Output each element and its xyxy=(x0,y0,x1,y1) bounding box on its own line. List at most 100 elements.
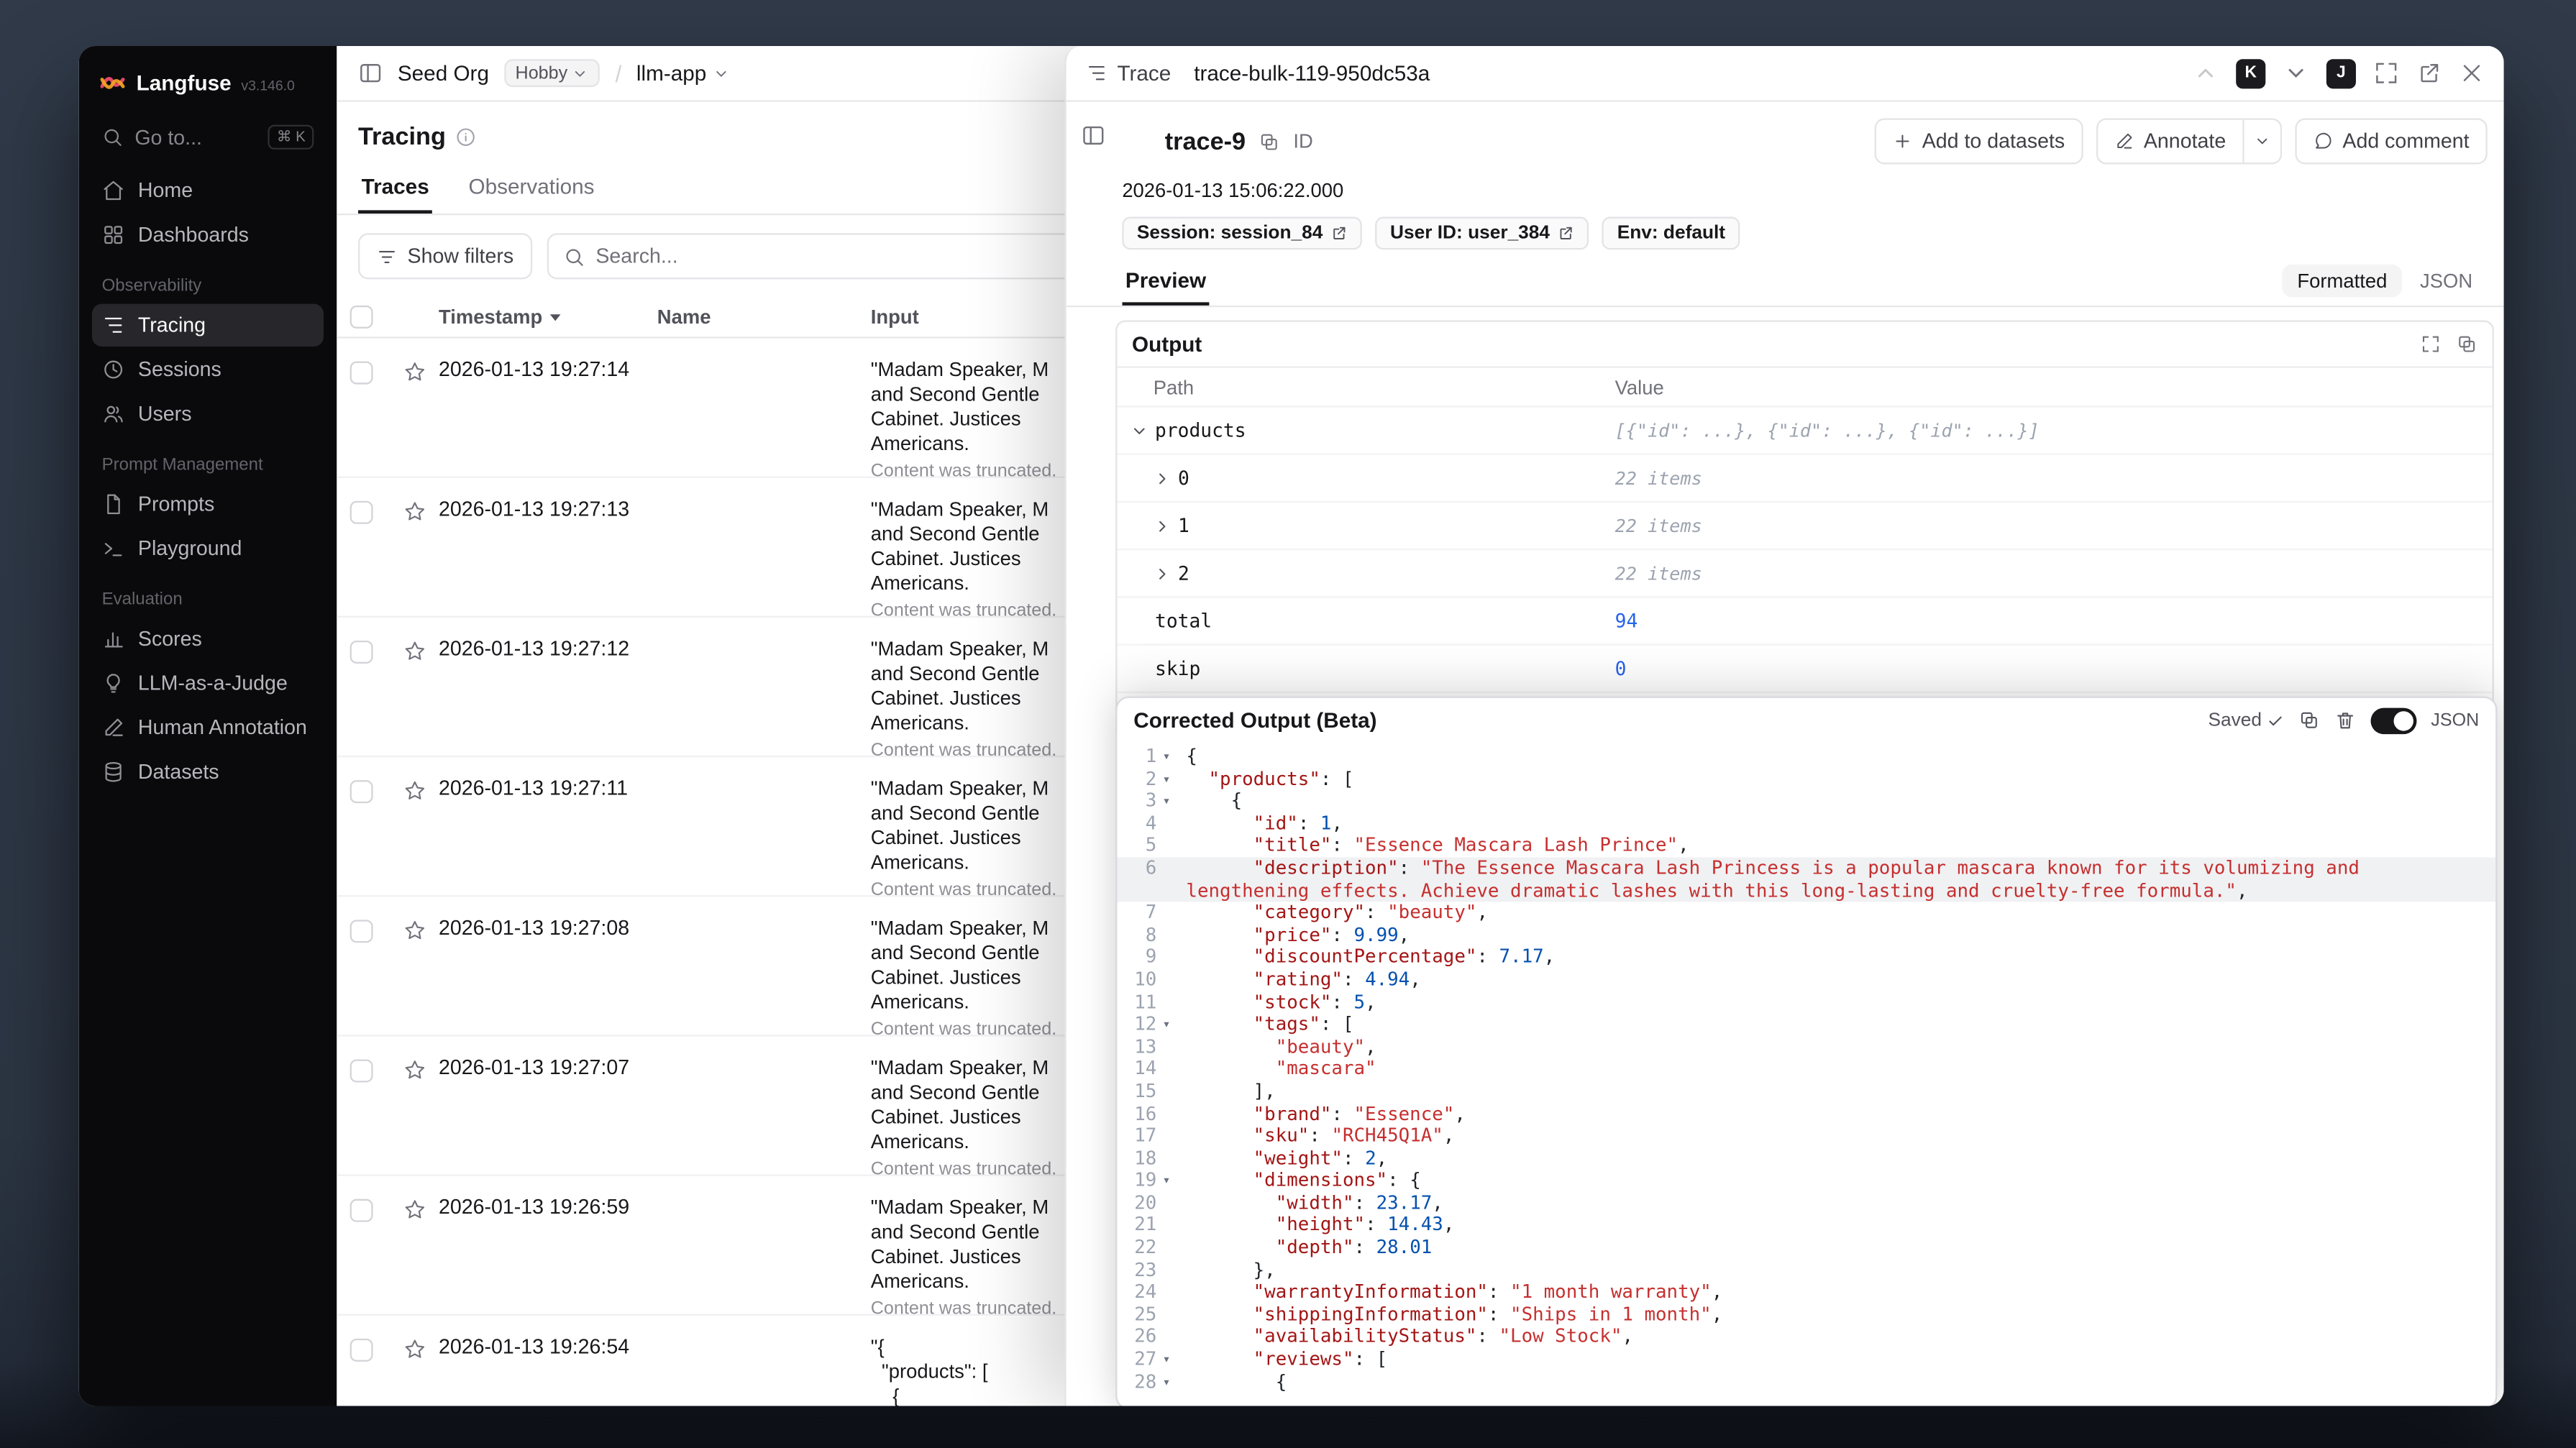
expand-fullscreen-icon[interactable] xyxy=(2374,61,2398,86)
star-icon[interactable] xyxy=(403,359,439,384)
output-row[interactable]: 0 22 items xyxy=(1117,455,2493,503)
chevron-right-icon[interactable] xyxy=(1154,564,1173,582)
expand-view-icon[interactable] xyxy=(2420,334,2442,355)
format-option-json[interactable]: JSON xyxy=(2405,265,2487,298)
copy-id-icon[interactable] xyxy=(1259,131,1280,152)
breadcrumb-org[interactable]: Seed Org xyxy=(398,61,489,86)
sidebar-item-label: Sessions xyxy=(137,358,221,382)
output-row[interactable]: 2 22 items xyxy=(1117,550,2493,598)
fold-chevron-icon[interactable]: ▾ xyxy=(1156,790,1176,812)
annotate-dropdown-button[interactable] xyxy=(2244,118,2282,165)
json-toggle[interactable] xyxy=(2370,707,2416,734)
sidebar-item-prompts[interactable]: Prompts xyxy=(92,483,324,526)
row-checkbox[interactable] xyxy=(350,640,373,664)
show-filters-button[interactable]: Show filters xyxy=(358,233,532,280)
code-text: "category": "beauty", xyxy=(1253,902,1489,924)
line-number: 5 xyxy=(1145,835,1157,857)
row-checkbox[interactable] xyxy=(350,1199,373,1222)
star-icon[interactable] xyxy=(403,499,439,523)
fold-chevron-icon[interactable]: ▾ xyxy=(1156,1371,1176,1393)
output-row[interactable]: 1 22 items xyxy=(1117,503,2493,551)
brand[interactable]: Langfuse v3.146.0 xyxy=(92,63,324,116)
sidebar-item-playground[interactable]: Playground xyxy=(92,527,324,569)
code-line: 1 ▾ { xyxy=(1117,746,2495,768)
fold-chevron-icon[interactable]: ▾ xyxy=(1156,1170,1176,1192)
copy-icon[interactable] xyxy=(2456,334,2477,355)
env-badge: Env: default xyxy=(1602,216,1740,250)
add-comment-button[interactable]: Add comment xyxy=(2295,118,2488,165)
column-timestamp[interactable]: Timestamp xyxy=(439,306,657,329)
copy-icon[interactable] xyxy=(2298,710,2319,731)
command-palette-button[interactable]: Go to... ⌘ K xyxy=(92,116,324,157)
sidebar-toggle-button[interactable] xyxy=(358,61,383,86)
tab-observations[interactable]: Observations xyxy=(465,164,598,214)
chevron-right-icon[interactable] xyxy=(1154,469,1173,487)
open-external-icon[interactable] xyxy=(2416,61,2441,86)
chevron-down-icon[interactable] xyxy=(1131,421,1150,439)
nav-prev-icon[interactable] xyxy=(2193,61,2218,86)
info-icon[interactable] xyxy=(456,127,478,148)
trash-icon[interactable] xyxy=(2334,710,2355,731)
row-timestamp: 2026-01-13 19:27:12 xyxy=(438,637,630,661)
star-icon[interactable] xyxy=(403,918,439,943)
sidebar-item-llm-as-a-judge[interactable]: LLM-as-a-Judge xyxy=(92,662,324,705)
collapse-tree-button[interactable] xyxy=(1081,123,1105,147)
user-badge[interactable]: User ID: user_384 xyxy=(1375,216,1589,250)
sidebar-item-users[interactable]: Users xyxy=(92,393,324,435)
star-icon[interactable] xyxy=(403,1337,439,1362)
row-checkbox[interactable] xyxy=(350,1338,373,1362)
star-icon[interactable] xyxy=(403,1197,439,1222)
sidebar-item-tracing[interactable]: Tracing xyxy=(91,303,324,347)
row-checkbox[interactable] xyxy=(350,500,373,524)
format-option-formatted[interactable]: Formatted xyxy=(2282,264,2402,298)
tab-traces[interactable]: Traces xyxy=(358,164,432,214)
star-icon[interactable] xyxy=(403,779,439,803)
sidebar-item-scores[interactable]: Scores xyxy=(92,618,324,660)
sidebar-item-human-annotation[interactable]: Human Annotation xyxy=(92,706,324,748)
breadcrumb-project[interactable]: llm-app xyxy=(636,61,729,86)
fold-chevron-icon[interactable]: ▾ xyxy=(1156,746,1176,768)
close-icon[interactable] xyxy=(2459,61,2484,86)
fold-chevron-icon[interactable]: ▾ xyxy=(1156,768,1176,790)
star-icon[interactable] xyxy=(403,639,439,664)
row-checkbox[interactable] xyxy=(350,361,373,385)
annotate-button[interactable]: Annotate xyxy=(2096,118,2244,165)
row-checkbox[interactable] xyxy=(350,780,373,804)
tab-preview[interactable]: Preview xyxy=(1122,261,1209,306)
select-all-checkbox[interactable] xyxy=(350,305,373,329)
code-line: 18 "weight": 2, xyxy=(1117,1147,2495,1170)
line-number: 22 xyxy=(1134,1237,1157,1259)
output-row[interactable]: total 94 xyxy=(1117,598,2493,646)
code-line: 14 "mascara" xyxy=(1117,1058,2495,1081)
sidebar-item-label: LLM-as-a-Judge xyxy=(137,672,288,695)
row-checkbox[interactable] xyxy=(350,1059,373,1083)
nav-next-icon[interactable] xyxy=(2283,61,2308,86)
output-row[interactable]: products [{"id": ...}, {"id": ...}, {"id… xyxy=(1117,408,2493,455)
fold-chevron-icon[interactable]: ▾ xyxy=(1156,1349,1176,1371)
sidebar-item-sessions[interactable]: Sessions xyxy=(92,348,324,390)
fold-chevron-icon[interactable]: ▾ xyxy=(1156,1014,1176,1036)
row-timestamp: 2026-01-13 19:26:54 xyxy=(438,1335,630,1359)
row-checkbox[interactable] xyxy=(350,920,373,943)
sidebar-item-datasets[interactable]: Datasets xyxy=(92,751,324,793)
chevron-right-icon[interactable] xyxy=(1154,516,1173,534)
code-editor[interactable]: 1 ▾ { 2 ▾ "products": [ 3 ▾ { 4 "id": 1,… xyxy=(1117,743,2496,1406)
output-row[interactable]: skip 0 xyxy=(1117,646,2493,694)
sidebar-item-home[interactable]: Home xyxy=(92,169,324,211)
trace-title: trace-9 xyxy=(1164,127,1246,155)
sidebar-section-label: Observability xyxy=(101,275,202,296)
trace-timestamp: 2026-01-13 15:06:22.000 xyxy=(1122,179,1344,202)
sidebar-item-dashboards[interactable]: Dashboards xyxy=(92,214,324,256)
column-name[interactable]: Name xyxy=(657,306,871,329)
star-icon[interactable] xyxy=(403,1058,439,1082)
session-badge[interactable]: Session: session_84 xyxy=(1122,216,1363,250)
annotate-button-group: Annotate xyxy=(2096,118,2282,165)
langfuse-logo-icon xyxy=(99,69,127,97)
format-toggle: Formatted JSON xyxy=(2282,264,2488,298)
add-to-datasets-button[interactable]: Add to datasets xyxy=(1874,118,2083,165)
plan-badge[interactable]: Hobby xyxy=(503,59,600,88)
